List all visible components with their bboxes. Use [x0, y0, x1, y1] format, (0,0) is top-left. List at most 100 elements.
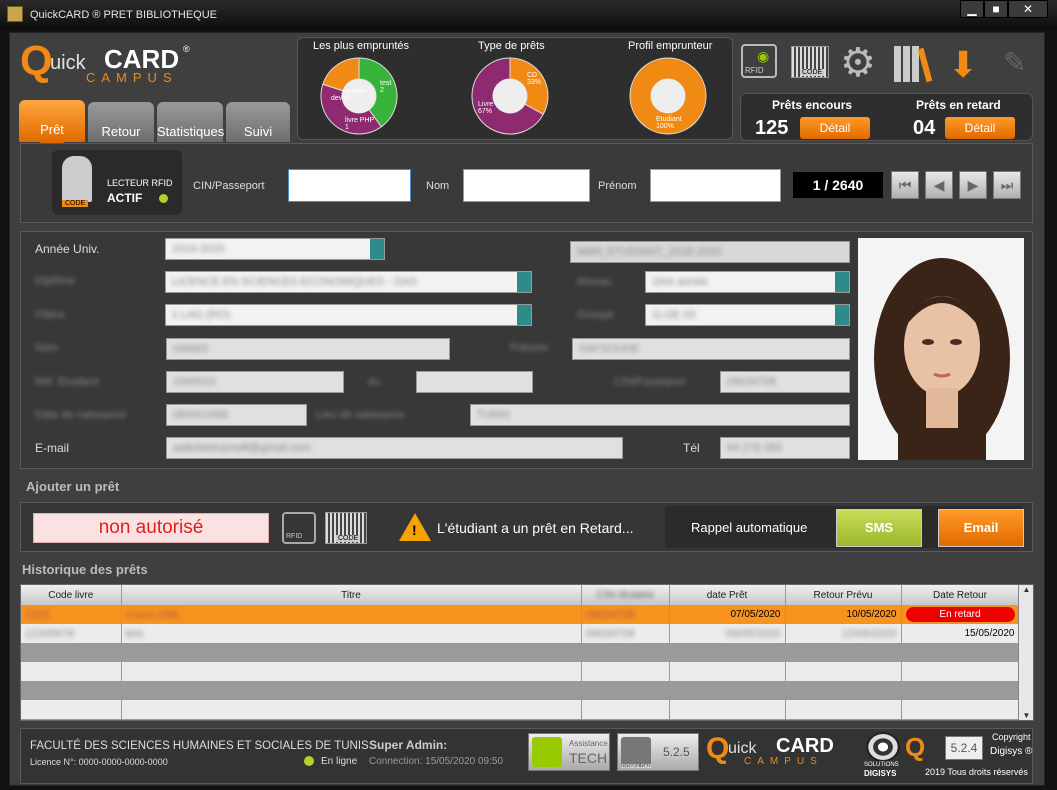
first-record-button[interactable]: ⏮ — [891, 171, 919, 199]
chart-profile-label: Etudiant 100% — [656, 116, 682, 130]
ref-label: Réf. Etudiant — [35, 376, 99, 388]
col-retour-prevu[interactable]: Retour Prévu — [785, 585, 902, 605]
groupe-label: Groupe — [577, 309, 614, 321]
email-button[interactable]: Email — [938, 509, 1024, 547]
filiere-label: Filière — [35, 309, 65, 321]
tel-field[interactable]: 94 276 283 — [720, 437, 850, 459]
loans-late-count: 04 — [913, 117, 936, 139]
chart-most-label-windev: windev — [345, 88, 367, 95]
search-cin-input[interactable] — [288, 169, 411, 202]
loans-current-count: 125 — [755, 117, 789, 139]
cin-label: CIN/Passeport — [614, 376, 686, 388]
tab-pret[interactable]: Prêt — [19, 100, 85, 142]
du-field[interactable] — [416, 371, 533, 393]
student-photo — [858, 238, 1024, 460]
minimize-button[interactable]: ▁ — [960, 0, 984, 18]
loans-current-detail-button[interactable]: Détail — [800, 117, 870, 139]
dob-field[interactable]: 08/04/1998 — [166, 404, 307, 426]
admin-label: Super Admin: — [369, 738, 448, 752]
col-cin[interactable]: CIN titulaire — [581, 585, 670, 605]
ref-field[interactable]: 1500015 — [166, 371, 344, 393]
search-nom-input[interactable] — [463, 169, 590, 202]
tab-suivi[interactable]: Suivi — [226, 102, 290, 142]
col-titre[interactable]: Titre — [121, 585, 582, 605]
table-row[interactable]: 12345678 test 09034708 09/05/2020 12/05/… — [21, 624, 1020, 643]
company-name: Digisys ® — [990, 746, 1033, 757]
reader-status-dot — [159, 194, 168, 203]
chart-most-title: Les plus empruntés — [313, 40, 409, 52]
person-barcode-icon — [62, 156, 92, 202]
quickcard-footer-logo: Q uick CARD CAMPUS — [706, 732, 834, 767]
barcode-icon[interactable]: CODE — [791, 46, 829, 78]
tab-statistiques[interactable]: Statistiques — [157, 102, 224, 142]
licence-number: Licence N°: 0000-0000-0000-0000 — [30, 757, 168, 767]
last-record-button[interactable]: ⏭ — [993, 171, 1021, 199]
rappel-label: Rappel automatique — [691, 520, 808, 535]
search-cin-label: CIN/Passeport — [193, 180, 265, 192]
sms-button[interactable]: SMS — [836, 509, 922, 547]
app-icon — [7, 6, 23, 22]
ajouter-pret-title: Ajouter un prêt — [26, 479, 120, 494]
lieu-label: Lieu de naissance — [316, 409, 405, 421]
digisys-solutions: SOLUTIONS — [864, 762, 899, 768]
email-field[interactable]: aaltobietnamelll@gmail.com — [166, 437, 623, 459]
annee-label: Année Univ. — [35, 242, 100, 256]
late-badge: En retard — [905, 607, 1015, 622]
assistance-icon — [532, 737, 562, 767]
online-status-label: En ligne — [321, 756, 358, 767]
digisys-logo-icon — [866, 732, 900, 762]
previous-record-button[interactable]: ◀ — [925, 171, 953, 199]
digisys-name: DIGISYS — [864, 769, 897, 778]
update-icon — [621, 737, 651, 767]
connection-time: Connection: 15/05/2020 09:50 — [369, 756, 503, 767]
table-row[interactable]: 2222 Cours UML 09034708 07/05/2020 10/05… — [21, 605, 1020, 624]
col-date-pret[interactable]: date Prêt — [669, 585, 786, 605]
tab-retour[interactable]: Retour — [88, 102, 154, 142]
cin-field[interactable]: 09034708 — [720, 371, 850, 393]
prenom-field[interactable]: SAFSOUHE — [572, 338, 850, 360]
window-title: QuickCARD ® PRET BIBLIOTHEQUE — [30, 9, 217, 21]
search-nom-label: Nom — [426, 180, 450, 192]
rfid-icon[interactable]: RFID ◉ — [741, 44, 777, 78]
add-loan-barcode-icon[interactable]: CODE — [325, 512, 367, 544]
download-icon[interactable]: ⬇ — [948, 44, 978, 86]
maximize-button[interactable]: ■ — [984, 0, 1008, 18]
search-prenom-label: Prénom — [598, 180, 637, 192]
next-record-button[interactable]: ▶ — [959, 171, 987, 199]
table-scrollbar[interactable]: ▲ ▼ — [1018, 585, 1033, 720]
chart-most-label-php: livre PHP 1 — [345, 117, 375, 131]
assistance-tech-button[interactable]: Assistance TECH — [528, 733, 610, 771]
faculty-name: FACULTÉ DES SCIENCES HUMAINES ET SOCIALE… — [30, 740, 369, 752]
groupe-select[interactable]: 1LGE 03 — [645, 304, 850, 326]
student-id-field: 9689_ETUDIANT_2016-2020 — [570, 241, 850, 263]
chart-types-title: Type de prêts — [478, 40, 545, 52]
late-warning-text: L'étudiant a un prêt en Retard... — [437, 520, 634, 536]
online-status-dot — [304, 756, 314, 766]
qc-mini-logo: Q — [905, 732, 926, 762]
close-button[interactable]: ✕ — [1008, 0, 1048, 18]
diplome-select[interactable]: LICENCE EN SCIENCES ECONOMIQUES - GAS — [165, 271, 532, 293]
add-loan-rfid-icon[interactable]: RFID — [282, 512, 316, 544]
dob-label: Date de naissance — [35, 409, 127, 421]
nom-label: Nom — [35, 342, 59, 354]
loans-late-detail-button[interactable]: Détail — [945, 117, 1015, 139]
gear-icon[interactable]: ⚙ — [840, 40, 876, 86]
filiere-select[interactable]: 1 LAG (RO) — [165, 304, 532, 326]
record-counter: 1 / 2640 — [793, 172, 883, 198]
title-bar: QuickCARD ® PRET BIBLIOTHEQUE ▁ ■ ✕ — [0, 0, 1057, 30]
col-date-retour[interactable]: Date Retour — [901, 585, 1020, 605]
loan-history-table: Code livre Titre CIN titulaire date Prêt… — [20, 584, 1034, 721]
rights-text: 2019 Tous droits réservés — [925, 767, 1028, 777]
nom-field[interactable]: HAMDI — [166, 338, 450, 360]
books-icon[interactable] — [894, 46, 933, 83]
col-code-livre[interactable]: Code livre — [21, 585, 122, 605]
chart-types-label-cd: CD 33% — [527, 72, 542, 86]
lieu-field[interactable]: TUNIS — [470, 404, 850, 426]
quickcard-logo: Q uick CARD ® CAMPUS — [20, 37, 190, 86]
download-update-button[interactable]: DOWNLOAD 5.2.5 — [617, 733, 699, 771]
email-label: E-mail — [35, 441, 70, 455]
annee-select[interactable]: 2016-2020 — [165, 238, 385, 260]
search-prenom-input[interactable] — [650, 169, 781, 202]
niveau-select[interactable]: 1ère année — [645, 271, 850, 293]
copyright-label: Copyright — [992, 732, 1031, 742]
